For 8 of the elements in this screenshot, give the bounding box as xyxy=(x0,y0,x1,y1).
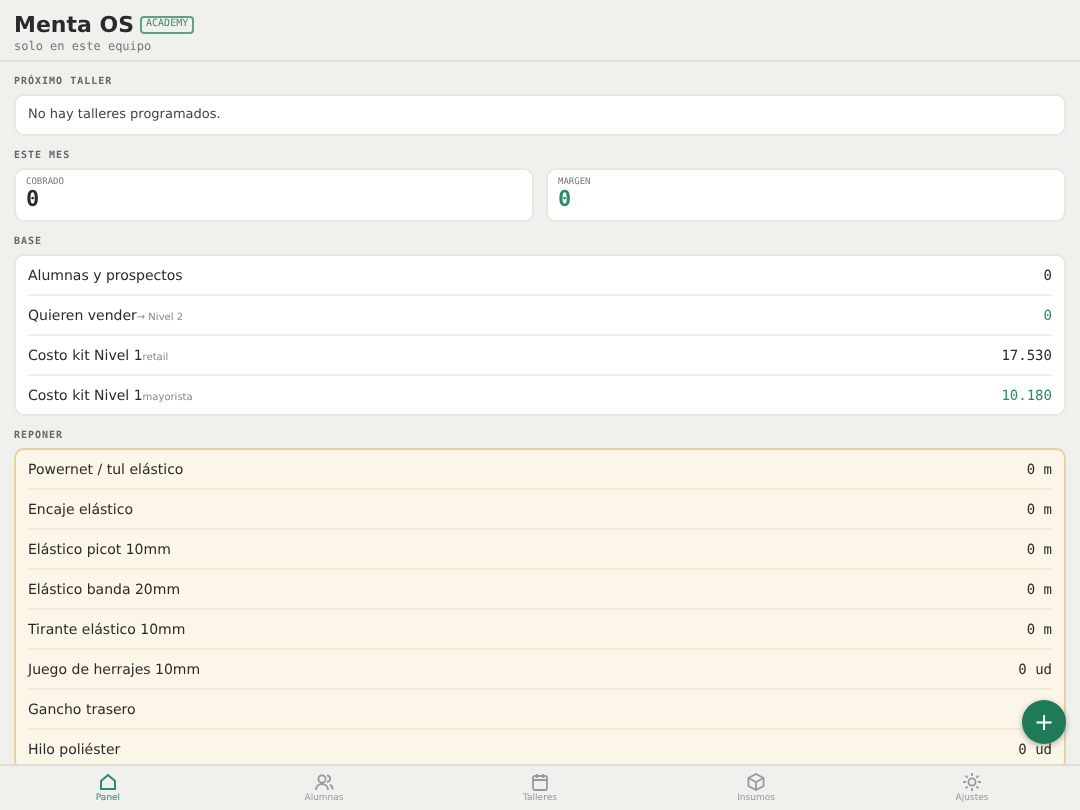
home-icon xyxy=(98,772,118,792)
stat-value: 0 xyxy=(558,188,574,212)
box-icon xyxy=(746,772,766,792)
settings-icon xyxy=(962,772,982,792)
calendar-icon xyxy=(530,772,550,792)
stat-value: 0 xyxy=(26,188,42,212)
people-icon xyxy=(314,772,334,792)
app-title: Menta OS xyxy=(14,12,135,38)
